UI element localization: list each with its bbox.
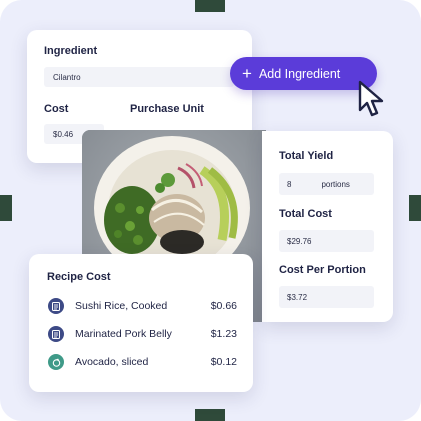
mouse-cursor-icon [358, 80, 384, 117]
item-price: $1.23 [210, 328, 237, 340]
item-name: Sushi Rice, Cooked [75, 300, 168, 312]
ingredient-icon [48, 354, 64, 370]
item-price: $0.12 [210, 356, 237, 368]
item-price: $0.66 [210, 300, 237, 312]
cost-per-portion-input[interactable]: $3.72 [279, 286, 374, 308]
total-yield-unit: portions [321, 179, 350, 189]
list-item[interactable]: Marinated Pork Belly $1.23 [48, 324, 237, 344]
total-cost-label: Total Cost [279, 208, 332, 220]
list-item[interactable]: Sushi Rice, Cooked $0.66 [48, 296, 237, 316]
background-edge-left [0, 195, 12, 221]
background-edge-right [409, 195, 421, 221]
cost-per-portion-label: Cost Per Portion [279, 264, 366, 276]
recipe-icon [48, 298, 64, 314]
add-ingredient-label: Add Ingredient [258, 66, 341, 81]
ingredient-input[interactable]: Cilantro [44, 67, 234, 87]
recipe-cost-title: Recipe Cost [47, 271, 111, 283]
cost-per-portion-value: $3.72 [287, 292, 308, 302]
background-edge-bottom [195, 409, 225, 421]
total-yield-value: 8 [287, 179, 292, 189]
total-yield-label: Total Yield [279, 150, 334, 162]
plus-icon: + [242, 64, 252, 83]
item-name: Marinated Pork Belly [75, 328, 172, 340]
total-cost-input[interactable]: $29.76 [279, 230, 374, 252]
list-item[interactable]: Avocado, sliced $0.12 [48, 352, 237, 372]
recipe-cost-card: Recipe Cost Sushi Rice, Cooked $0.66 Mar… [29, 254, 253, 392]
ingredient-value: Cilantro [53, 72, 81, 82]
purchase-unit-label: Purchase Unit [130, 103, 204, 115]
cost-value: $0.46 [53, 129, 74, 139]
item-name: Avocado, sliced [75, 356, 149, 368]
background-edge-top [195, 0, 225, 12]
cost-label: Cost [44, 103, 69, 115]
add-ingredient-button[interactable]: + Add Ingredient [230, 57, 377, 90]
ingredient-label: Ingredient [44, 45, 98, 57]
total-cost-value: $29.76 [287, 236, 312, 246]
summary-card: Total Yield 8 portions Total Cost $29.76… [262, 131, 393, 322]
recipe-icon [48, 326, 64, 342]
total-yield-input[interactable]: 8 portions [279, 173, 374, 195]
